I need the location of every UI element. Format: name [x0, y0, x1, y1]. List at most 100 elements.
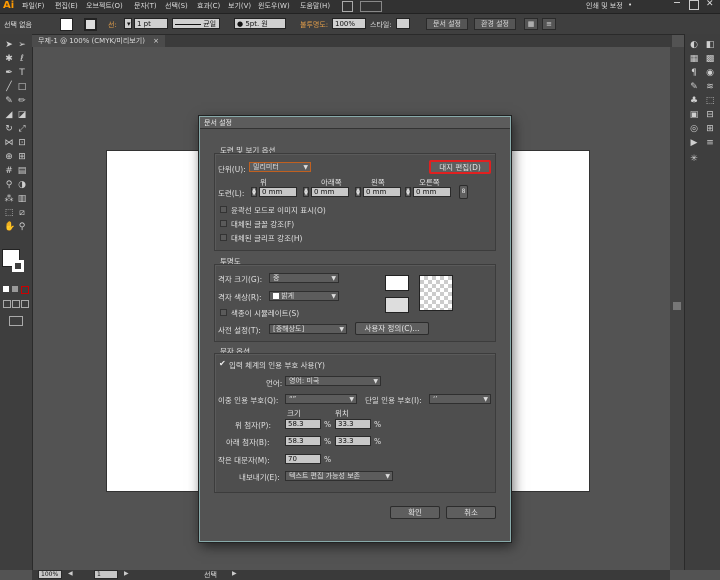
selection-tool-icon[interactable]: ➤	[4, 40, 14, 50]
free-transform-icon[interactable]: ⊡	[17, 138, 27, 148]
bleed-right-stepper[interactable]: ▲ ▼	[405, 187, 411, 197]
bridge-icon[interactable]	[342, 1, 353, 12]
panel-symbols-icon[interactable]: ♣	[689, 96, 699, 106]
perspective-icon[interactable]: ⊞	[17, 152, 27, 162]
menu-edit[interactable]: 편집(E)	[55, 1, 78, 11]
pencil-icon[interactable]: ✏	[17, 96, 27, 106]
graph-icon[interactable]: ▥	[17, 194, 27, 204]
vertical-scrollbar[interactable]	[670, 47, 684, 570]
panel-gradient-icon[interactable]: ◧	[705, 40, 715, 50]
opacity-label[interactable]: 불투명도:	[300, 20, 328, 30]
brush-icon[interactable]: ✎	[4, 96, 14, 106]
grid-colors-dropdown[interactable]: 밝게 ▼	[269, 291, 339, 301]
superscript-position-input[interactable]: 33.3	[335, 419, 371, 429]
bleed-left-stepper[interactable]: ▲ ▼	[355, 187, 361, 197]
type-icon[interactable]: T	[17, 68, 27, 78]
style-swatch[interactable]	[396, 18, 410, 29]
minimize-icon[interactable]	[674, 2, 680, 3]
menu-file[interactable]: 파일(F)	[22, 1, 44, 11]
opacity-field[interactable]: 100%	[332, 18, 366, 29]
rectangle-icon[interactable]: □	[17, 82, 27, 92]
close-icon[interactable]: ✕	[706, 0, 714, 9]
panel-pathfinder-icon[interactable]: ⊞	[705, 124, 715, 134]
panel-appearance-icon[interactable]: ◉	[705, 68, 715, 78]
grid-color-2-swatch[interactable]	[385, 297, 409, 313]
blend-icon[interactable]: ◑	[17, 180, 27, 190]
workspace-switcher[interactable]: 인쇄 및 보정	[586, 1, 623, 11]
panel-brushes-icon[interactable]: ✎	[689, 82, 699, 92]
color-mode-icon[interactable]	[3, 286, 9, 292]
single-quotes-dropdown[interactable]: ‘’ ▼	[429, 394, 491, 404]
panel-layers-icon[interactable]: ≋	[705, 82, 715, 92]
artboard-icon[interactable]: ⬚	[4, 208, 14, 218]
ok-button[interactable]: 확인	[390, 506, 440, 519]
eyedropper-icon[interactable]: ⚲	[4, 180, 14, 190]
symbol-sprayer-icon[interactable]: ⁂	[4, 194, 14, 204]
bleed-bottom-stepper[interactable]: ▲ ▼	[303, 187, 309, 197]
panel-swatches-icon[interactable]: ▦	[689, 54, 699, 64]
custom-button[interactable]: 사용자 정의(C)...	[355, 322, 429, 335]
status-menu-icon[interactable]: ▶	[232, 570, 237, 577]
lasso-icon[interactable]: ℓ	[17, 54, 27, 64]
align-icon[interactable]: ▦	[524, 18, 538, 30]
panel-color-icon[interactable]: ◐	[689, 40, 699, 50]
bleed-right-input[interactable]: 0 mm	[413, 187, 451, 197]
hand-icon[interactable]: ✋	[4, 222, 15, 232]
panel-paragraph-icon[interactable]: ¶	[689, 68, 699, 78]
mesh-icon[interactable]: #	[4, 166, 14, 176]
double-quotes-dropdown[interactable]: “” ▼	[285, 394, 357, 404]
width-icon[interactable]: ⋈	[4, 138, 14, 148]
menu-type[interactable]: 문자(T)	[134, 1, 157, 11]
bleed-left-input[interactable]: 0 mm	[363, 187, 401, 197]
blob-brush-icon[interactable]: ◢	[4, 110, 14, 120]
menu-effect[interactable]: 효과(C)	[197, 1, 220, 11]
magic-wand-icon[interactable]: ✱	[4, 54, 14, 64]
arrange-docs-icon[interactable]	[360, 1, 382, 12]
preferences-button[interactable]: 환경 설정	[474, 18, 516, 30]
panel-navigator-icon[interactable]: ✳	[689, 154, 699, 164]
small-caps-input[interactable]: 70	[285, 454, 321, 464]
grid-color-1-swatch[interactable]	[385, 275, 409, 291]
direct-selection-icon[interactable]: ➢	[17, 40, 27, 50]
superscript-size-input[interactable]: 58.3	[285, 419, 321, 429]
cancel-button[interactable]: 취소	[446, 506, 496, 519]
gradient-mode-icon[interactable]	[12, 286, 18, 292]
pen-icon[interactable]: ✒	[4, 68, 14, 78]
panel-actions-icon[interactable]: ▶	[689, 138, 699, 148]
rotate-icon[interactable]: ↻	[4, 124, 14, 134]
zoom-field[interactable]: 100%	[38, 570, 62, 579]
slice-icon[interactable]: ⧄	[17, 208, 27, 218]
menu-window[interactable]: 윈도우(W)	[258, 1, 290, 11]
highlight-fonts-checkbox[interactable]	[220, 220, 227, 227]
variable-width-dropdown[interactable]: 균일	[172, 18, 220, 29]
bleed-top-input[interactable]: 0 mm	[259, 187, 297, 197]
stroke-color-icon[interactable]	[12, 260, 24, 272]
menu-select[interactable]: 선택(S)	[165, 1, 188, 11]
page-field[interactable]: 1	[94, 570, 118, 579]
bleed-bottom-input[interactable]: 0 mm	[311, 187, 349, 197]
document-tab[interactable]: 무제-1 @ 100% (CMYK/미리보기) ×	[32, 35, 166, 47]
zoom-icon[interactable]: ⚲	[17, 222, 27, 232]
screen-mode-icon[interactable]	[9, 316, 23, 326]
outline-images-checkbox[interactable]	[220, 206, 227, 213]
panel-artboards-icon[interactable]: ⬚	[705, 96, 715, 106]
stroke-swatch[interactable]	[84, 18, 97, 31]
menu-object[interactable]: 오브젝트(O)	[86, 1, 123, 11]
draw-normal-icon[interactable]	[3, 300, 11, 308]
line-icon[interactable]: ╱	[4, 82, 14, 92]
menu-view[interactable]: 보기(V)	[228, 1, 251, 11]
draw-inside-icon[interactable]	[21, 300, 29, 308]
highlight-glyphs-checkbox[interactable]	[220, 234, 227, 241]
simulate-paper-checkbox[interactable]	[220, 309, 227, 316]
scale-icon[interactable]: ⤢	[17, 124, 27, 134]
vertical-scroll-thumb[interactable]	[673, 302, 681, 310]
units-dropdown[interactable]: 밀리미터 ▼	[249, 162, 311, 172]
stroke-spin[interactable]: ▾	[124, 18, 132, 29]
export-dropdown[interactable]: 텍스트 편집 가능성 보존 ▼	[285, 471, 393, 481]
document-tab-close-icon[interactable]: ×	[153, 37, 159, 45]
preset-dropdown[interactable]: [중해상도] ▼	[269, 324, 347, 334]
bleed-top-stepper[interactable]: ▲ ▼	[251, 187, 257, 197]
none-mode-icon[interactable]	[21, 286, 29, 294]
stroke-weight-field[interactable]: 1 pt	[134, 18, 168, 29]
brush-dropdown[interactable]: ● 5pt. 원	[234, 18, 286, 29]
